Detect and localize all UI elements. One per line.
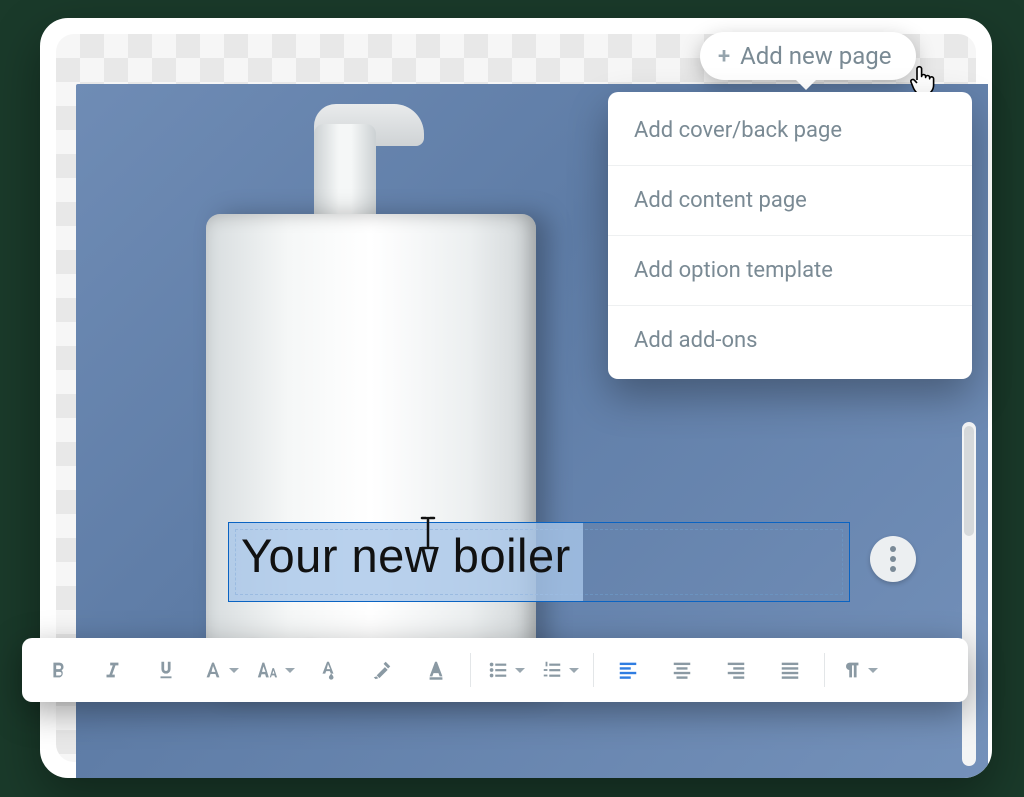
boiler-body — [206, 214, 536, 694]
paragraph-direction-button[interactable] — [833, 647, 885, 693]
bullet-list-button[interactable] — [479, 647, 531, 693]
numbered-list-icon — [540, 659, 564, 681]
vertical-scrollbar[interactable] — [962, 422, 976, 766]
paragraph-direction-icon — [841, 659, 863, 681]
text-box[interactable]: Your new boiler — [228, 522, 850, 602]
align-justify-button[interactable] — [764, 647, 816, 693]
menu-item-content-page[interactable]: Add content page — [608, 165, 972, 235]
align-justify-icon — [778, 659, 802, 681]
font-family-button[interactable] — [194, 647, 246, 693]
align-right-icon — [724, 659, 748, 681]
underline-button[interactable] — [140, 647, 192, 693]
menu-item-option-template[interactable]: Add option template — [608, 235, 972, 305]
add-new-page-button[interactable]: + Add new page — [700, 32, 916, 80]
bold-icon — [47, 659, 69, 681]
dot-icon — [890, 546, 896, 552]
align-left-icon — [616, 659, 640, 681]
bullet-list-icon — [486, 659, 510, 681]
menu-item-cover-back[interactable]: Add cover/back page — [608, 96, 972, 165]
scrollbar-thumb[interactable] — [964, 426, 974, 536]
italic-button[interactable] — [86, 647, 138, 693]
clear-format-icon — [425, 659, 447, 681]
highlight-button[interactable] — [356, 647, 408, 693]
align-center-button[interactable] — [656, 647, 708, 693]
font-size-icon — [254, 659, 280, 681]
text-format-toolbar — [22, 638, 968, 702]
underline-icon — [155, 659, 177, 681]
italic-icon — [101, 659, 123, 681]
font-size-button[interactable] — [248, 647, 300, 693]
bold-button[interactable] — [32, 647, 84, 693]
plus-icon: + — [718, 44, 730, 69]
numbered-list-button[interactable] — [533, 647, 585, 693]
dot-icon — [890, 556, 896, 562]
toolbar-separator — [824, 653, 825, 687]
more-options-button[interactable] — [870, 536, 916, 582]
menu-item-add-ons[interactable]: Add add-ons — [608, 305, 972, 375]
align-left-button[interactable] — [602, 647, 654, 693]
toolbar-separator — [593, 653, 594, 687]
add-page-menu: Add cover/back page Add content page Add… — [608, 92, 972, 379]
highlight-icon — [370, 659, 394, 681]
boiler-flue — [314, 124, 376, 220]
font-color-button[interactable] — [302, 647, 354, 693]
font-family-icon — [202, 659, 224, 681]
align-right-button[interactable] — [710, 647, 762, 693]
dot-icon — [890, 566, 896, 572]
clear-format-button[interactable] — [410, 647, 462, 693]
add-new-page-label: Add new page — [740, 42, 891, 70]
text-box-value[interactable]: Your new boiler — [229, 523, 583, 601]
font-color-icon — [317, 659, 339, 681]
align-center-icon — [670, 659, 694, 681]
toolbar-separator — [470, 653, 471, 687]
